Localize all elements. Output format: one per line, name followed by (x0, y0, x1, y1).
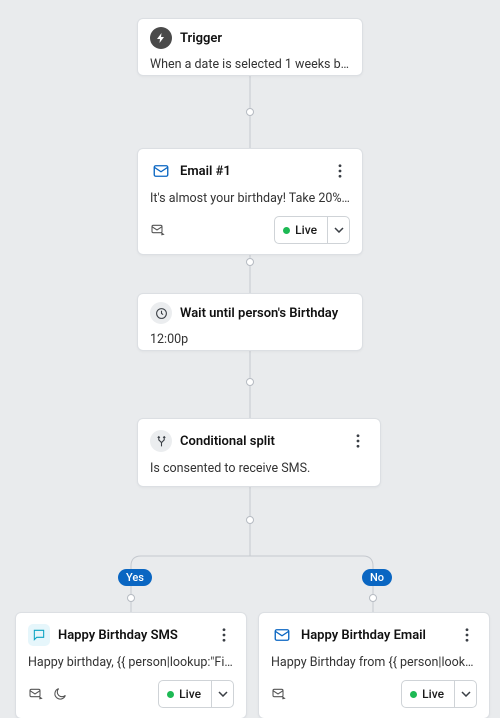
node-email-1[interactable]: Email #1 It's almost your birthday! Take… (137, 148, 363, 255)
node-title: Happy Birthday Email (301, 628, 449, 643)
status-dot-icon (167, 691, 174, 698)
node-happy-birthday-sms[interactable]: Happy Birthday SMS Happy birthday, {{ pe… (15, 612, 247, 718)
status-label: Live (179, 687, 201, 701)
waypoint (246, 378, 254, 386)
split-icon (150, 430, 172, 452)
status-dropdown[interactable]: Live (274, 216, 350, 244)
waypoint (246, 258, 254, 266)
status-dot-icon (283, 227, 290, 234)
status-label: Live (422, 687, 444, 701)
chevron-down-icon (454, 681, 476, 707)
node-trigger[interactable]: Trigger When a date is selected 1 weeks … (137, 18, 363, 76)
branch-label-no: No (362, 569, 392, 586)
quiet-hours-icon (52, 686, 68, 702)
trigger-icon (150, 27, 172, 49)
node-conditional-split[interactable]: Conditional split Is consented to receiv… (137, 418, 381, 487)
node-menu-button[interactable] (457, 623, 477, 647)
node-title: Wait until person's Birthday (180, 306, 350, 321)
email-icon (150, 160, 172, 182)
node-description: Happy birthday, {{ person|lookup:"First … (28, 655, 234, 670)
node-menu-button[interactable] (330, 159, 350, 183)
waypoint (246, 108, 254, 116)
node-happy-birthday-email[interactable]: Happy Birthday Email Happy Birthday from… (258, 612, 490, 718)
workflow-canvas[interactable]: Trigger When a date is selected 1 weeks … (0, 0, 500, 718)
node-title: Email #1 (180, 164, 322, 179)
smart-send-icon (150, 222, 166, 238)
node-title: Trigger (180, 31, 350, 46)
node-description: Is consented to receive SMS. (150, 461, 368, 476)
chevron-down-icon (327, 217, 349, 243)
chevron-down-icon (211, 681, 233, 707)
smart-send-icon (271, 686, 287, 702)
clock-icon (150, 302, 172, 324)
node-title: Conditional split (180, 434, 340, 449)
node-menu-button[interactable] (214, 623, 234, 647)
node-description: 12:00p (150, 332, 350, 347)
email-icon (271, 624, 293, 646)
node-description: When a date is selected 1 weeks before p… (150, 57, 350, 72)
node-description: It's almost your birthday! Take 20% on u… (150, 191, 350, 206)
status-dropdown[interactable]: Live (158, 680, 234, 708)
status-dropdown[interactable]: Live (401, 680, 477, 708)
node-title: Happy Birthday SMS (58, 628, 206, 643)
sms-icon (28, 624, 50, 646)
branch-label-yes: Yes (118, 569, 152, 586)
node-description: Happy Birthday from {{ person|lookup:"Fi… (271, 655, 477, 670)
waypoint (369, 594, 377, 602)
node-wait[interactable]: Wait until person's Birthday 12:00p (137, 293, 363, 351)
waypoint (127, 594, 135, 602)
status-label: Live (295, 223, 317, 237)
status-dot-icon (410, 691, 417, 698)
waypoint (246, 516, 254, 524)
node-menu-button[interactable] (348, 429, 368, 453)
smart-send-icon (28, 686, 44, 702)
